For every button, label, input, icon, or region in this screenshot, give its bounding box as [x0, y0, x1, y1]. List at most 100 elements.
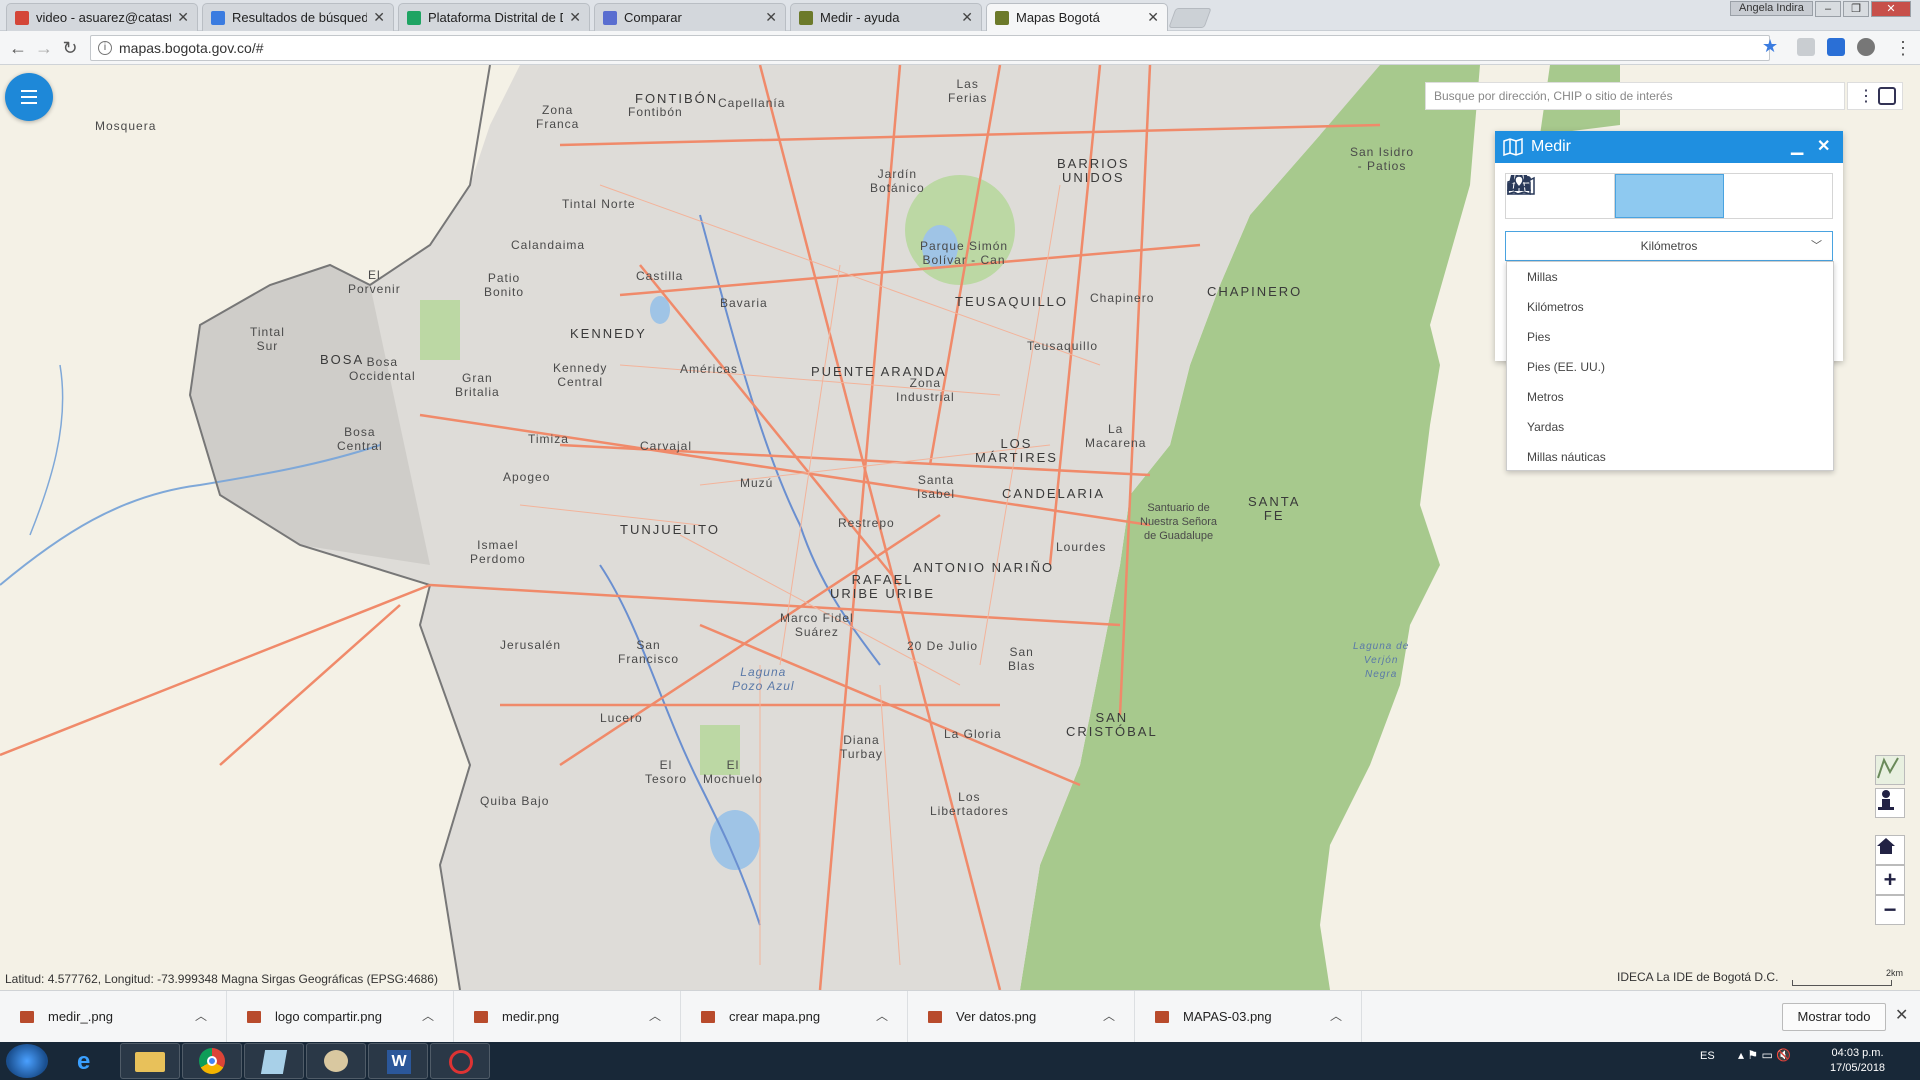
distance-measure-button[interactable] [1507, 174, 1725, 218]
place-label: Mosquera [95, 119, 157, 133]
system-clock[interactable]: 04:03 p.m. 17/05/2018 [1830, 1046, 1885, 1076]
reload-icon[interactable]: ↻ [60, 38, 80, 58]
gmail-icon [15, 10, 29, 25]
url-field[interactable]: i mapas.bogota.gov.co/# [90, 35, 1770, 61]
place-label: Zona Franca [536, 103, 580, 131]
place-label: Américas [680, 362, 739, 376]
drive-icon [211, 10, 225, 25]
restore-window-button[interactable]: ❐ [1843, 1, 1869, 17]
place-label: CANDELARIA [1002, 486, 1106, 501]
minimize-icon[interactable]: ▁ [1791, 131, 1803, 163]
chevron-up-icon[interactable]: ︿ [876, 1007, 888, 1024]
file-explorer-icon[interactable] [120, 1043, 180, 1079]
chevron-up-icon[interactable]: ︿ [195, 1007, 207, 1024]
close-icon[interactable]: ✕ [961, 9, 973, 26]
unit-option[interactable]: Millas náuticas [1507, 442, 1833, 472]
site-info-icon[interactable]: i [98, 41, 112, 55]
chevron-up-icon[interactable]: ︿ [1330, 1007, 1342, 1024]
new-tab-button[interactable] [1168, 8, 1212, 28]
download-item[interactable]: logo compartir.png ︿ [227, 991, 454, 1043]
image-file-icon [247, 1011, 261, 1023]
map-icon [1503, 138, 1523, 156]
basemap-switch-button[interactable] [1875, 755, 1905, 785]
close-window-button[interactable]: ✕ [1871, 1, 1911, 17]
address-search-input[interactable]: Busque por dirección, CHIP o sitio de in… [1425, 82, 1845, 110]
chrome-icon[interactable] [182, 1043, 242, 1079]
park [420, 300, 460, 360]
place-label: El Tesoro [645, 758, 688, 786]
unit-option[interactable]: Pies (EE. UU.) [1507, 352, 1833, 382]
place-label: Fontibón [628, 105, 683, 119]
trello-icon[interactable] [1827, 38, 1845, 56]
extension-icon[interactable] [1797, 38, 1815, 56]
tab-label: video - asuarez@catastro [36, 10, 172, 25]
snipping-tool-icon[interactable] [430, 1043, 490, 1079]
tab-search-results[interactable]: Resultados de búsqueda ✕ [202, 3, 394, 31]
close-icon[interactable]: ✕ [569, 9, 581, 26]
zoom-in-button[interactable]: + [1875, 865, 1905, 895]
close-icon[interactable]: ✕ [373, 9, 385, 26]
home-button[interactable] [1875, 835, 1905, 865]
paint-icon[interactable] [306, 1043, 366, 1079]
download-item[interactable]: MAPAS-03.png ︿ [1135, 991, 1362, 1043]
download-filename: medir.png [502, 1009, 560, 1024]
notes-app-icon[interactable] [244, 1043, 304, 1079]
chevron-up-icon[interactable]: ︿ [649, 1007, 661, 1024]
forward-icon[interactable]: → [34, 38, 54, 58]
tray-icons[interactable]: ▴ ⚑ ▭ 🔇 [1738, 1048, 1791, 1062]
download-item[interactable]: medir_.png ︿ [0, 991, 227, 1043]
more-options-icon[interactable]: ⋮ [1858, 86, 1874, 106]
place-label: Santuario de Nuestra Señora de Guadalupe [1140, 502, 1218, 542]
tab-medir-ayuda[interactable]: Medir - ayuda ✕ [790, 3, 982, 31]
place-label: Parque Simón Bolívar - Can [920, 239, 1009, 267]
tab-plataforma[interactable]: Plataforma Distrital de D ✕ [398, 3, 590, 31]
start-button[interactable] [6, 1044, 48, 1078]
download-filename: medir_.png [48, 1009, 114, 1024]
place-label: Calandaima [511, 238, 586, 252]
tab-comparar[interactable]: Comparar ✕ [594, 3, 786, 31]
location-measure-button[interactable] [1507, 174, 1832, 218]
chevron-up-icon[interactable]: ︿ [1103, 1007, 1115, 1024]
word-icon[interactable]: W [368, 1043, 428, 1079]
close-icon[interactable]: ✕ [1147, 9, 1159, 26]
menu-dots-icon[interactable]: ⋮ [1893, 38, 1913, 58]
tab-mapas-bogota[interactable]: Mapas Bogotá ✕ [986, 3, 1168, 31]
place-label: Zona Industrial [896, 376, 955, 404]
place-label: Jerusalén [500, 638, 562, 652]
main-menu-button[interactable] [5, 73, 53, 121]
unit-option[interactable]: Millas [1507, 262, 1833, 292]
chevron-up-icon[interactable]: ︿ [422, 1007, 434, 1024]
internet-explorer-icon[interactable]: e [60, 1043, 120, 1079]
map-canvas[interactable]: Mosquera FONTIBÓN Fontibón Capellanía Zo… [0, 65, 1920, 990]
profile-name[interactable]: Angela Indira [1730, 1, 1813, 16]
minimize-window-button[interactable]: – [1815, 1, 1841, 17]
close-icon[interactable]: ✕ [765, 9, 777, 26]
close-icon[interactable]: ✕ [177, 9, 189, 26]
browser-tab-strip: video - asuarez@catastro ✕ Resultados de… [0, 0, 1920, 31]
download-item[interactable]: crear mapa.png ︿ [681, 991, 908, 1043]
place-label: Muzú [740, 476, 774, 490]
unit-option[interactable]: Metros [1507, 382, 1833, 412]
unit-option[interactable]: Yardas [1507, 412, 1833, 442]
download-item[interactable]: Ver datos.png ︿ [908, 991, 1135, 1043]
language-indicator[interactable]: ES [1700, 1050, 1715, 1062]
unit-select[interactable]: Kilómetros ﹀ [1505, 231, 1833, 261]
place-label: Carvajal [640, 439, 693, 453]
place-label: Lucero [600, 711, 643, 725]
place-label: San Isidro - Patios [1350, 145, 1415, 173]
show-all-downloads-button[interactable]: Mostrar todo [1782, 1003, 1886, 1031]
bookmark-star-icon[interactable]: ★ [1762, 36, 1778, 57]
place-label: TUNJUELITO [620, 522, 720, 537]
download-item[interactable]: medir.png ︿ [454, 991, 681, 1043]
tab-label: Plataforma Distrital de D [428, 10, 564, 25]
close-icon[interactable]: ✕ [1817, 131, 1830, 163]
settings-extension-icon[interactable] [1857, 38, 1875, 56]
close-icon[interactable]: ✕ [1895, 1005, 1908, 1025]
street-view-button[interactable] [1875, 788, 1905, 818]
zoom-out-button[interactable]: − [1875, 895, 1905, 925]
tab-gmail[interactable]: video - asuarez@catastro ✕ [6, 3, 198, 31]
unit-option[interactable]: Kilómetros [1507, 292, 1833, 322]
location-pin-icon[interactable] [1878, 87, 1896, 105]
back-icon[interactable]: ← [8, 38, 28, 58]
unit-option[interactable]: Pies [1507, 322, 1833, 352]
